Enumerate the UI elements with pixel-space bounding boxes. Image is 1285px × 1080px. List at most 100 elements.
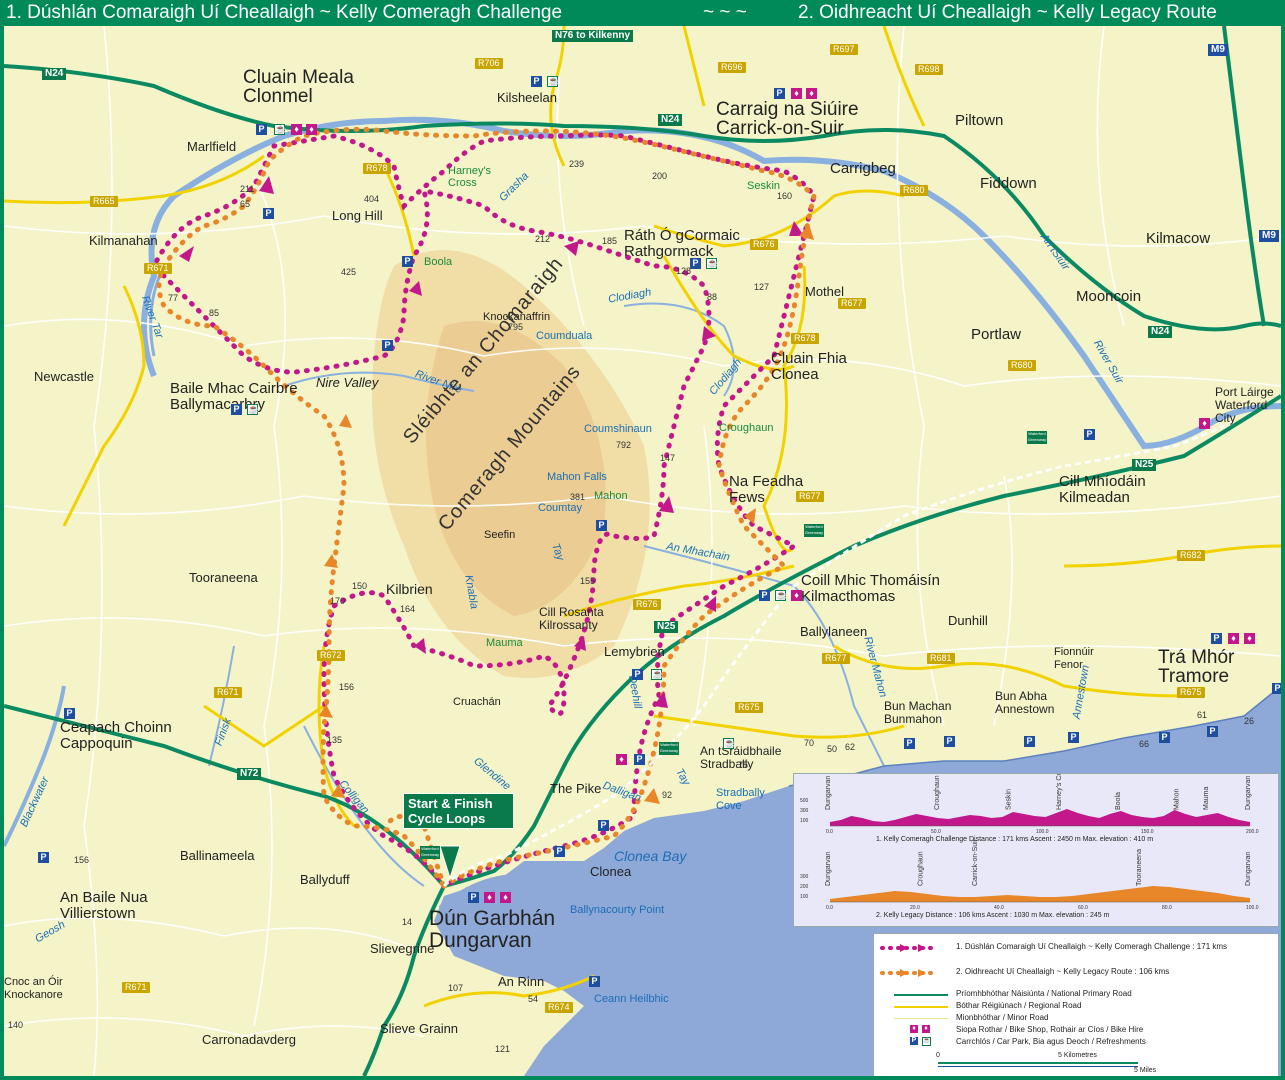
parking-icon[interactable]: P [263, 208, 274, 219]
spot-height: 185 [602, 236, 618, 246]
map-canvas[interactable]: N76 to Kilkenny N24 N24 N24 N25 N25 N72 … [4, 26, 1281, 1076]
spot-height: 77 [168, 293, 179, 303]
parking-icon[interactable]: P [231, 404, 242, 415]
parking-icon[interactable]: P [596, 520, 607, 531]
profile-caption: 1. Kelly Comeragh Challenge Distance : 1… [876, 836, 1153, 843]
place-mahon-falls: Mahon Falls [547, 471, 607, 483]
bike-shop-icon[interactable]: ♦ [616, 754, 627, 765]
bike-shop-icon[interactable]: ♦ [484, 892, 495, 903]
parking-icon[interactable]: P [1024, 736, 1035, 747]
parking-icon[interactable]: P [402, 256, 413, 267]
parking-icon[interactable]: P [1084, 429, 1095, 440]
town-rathgormack: Ráth Ó gCormaic Rathgormack [624, 227, 740, 260]
cafe-icon[interactable]: ☕ [723, 738, 735, 749]
bike-shop-icon[interactable]: ♦ [791, 590, 802, 601]
bike-shop-icon: ♦ [910, 1025, 918, 1033]
bike-shop-icon[interactable]: ♦ [1199, 418, 1210, 429]
parking-icon[interactable]: P [38, 852, 49, 863]
cafe-icon[interactable]: ☕ [247, 404, 259, 415]
parking-icon[interactable]: P [589, 976, 600, 987]
parking-icon[interactable]: P [1068, 732, 1079, 743]
spot-height: 150 [352, 581, 368, 591]
profile-label: Tooraneena [1136, 849, 1143, 886]
spot-height: 135 [327, 735, 343, 745]
place-long-hill: Long Hill [332, 208, 383, 223]
shield-n24-west: N24 [42, 68, 67, 80]
bike-shop-icon[interactable]: ♦ [791, 88, 802, 99]
peak-seefin: Seefin [484, 529, 516, 541]
shield-r680-e: R680 [1008, 360, 1036, 371]
profile-y-tick: 300 [800, 808, 809, 814]
parking-icon[interactable]: P [634, 754, 645, 765]
bike-hire-icon[interactable]: ♦ [500, 892, 511, 903]
spot-height: 75 [738, 760, 749, 770]
peak-cruachan: Cruachán [453, 696, 501, 708]
parking-icon[interactable]: P [1159, 732, 1170, 743]
shield-n24-east: N24 [1148, 326, 1173, 338]
bike-shop-icon[interactable]: ♦ [1228, 633, 1239, 644]
bike-shop-icon[interactable]: ♦ [291, 124, 302, 135]
start-marker-pointer [439, 845, 461, 880]
spot-height: 164 [400, 604, 416, 614]
parking-icon[interactable]: P [64, 708, 75, 719]
parking-icon[interactable]: P [1211, 633, 1222, 644]
spot-height: 155 [580, 576, 596, 586]
town-annestown: Bun Abha Annestown [995, 689, 1055, 716]
place-portlaw: Portlaw [971, 326, 1022, 343]
parking-icon[interactable]: P [468, 892, 479, 903]
greenway-badge: Waterford Greenway [804, 524, 824, 537]
cafe-icon[interactable]: ☕ [651, 669, 663, 680]
town-clonea-upper: Cluain Fhia Clonea [771, 350, 847, 383]
shield-r671-nw: R671 [144, 263, 172, 274]
parking-icon[interactable]: P [554, 846, 565, 857]
place-helvick: Ceann Heilbhic [594, 993, 669, 1005]
cafe-icon[interactable]: ☕ [547, 76, 559, 87]
title-bar: 1. Dúshlán Comaraigh Uí Cheallaigh ~ Kel… [0, 0, 1285, 26]
place-boola: Boola [424, 256, 453, 268]
parking-icon[interactable]: P [382, 340, 393, 351]
parking-icon[interactable]: P [256, 124, 267, 135]
town-waterford: Port Láirge Waterford City [1215, 385, 1274, 425]
bike-hire-icon[interactable]: ♦ [306, 124, 317, 135]
bike-hire-icon[interactable]: ♦ [1244, 633, 1255, 644]
profile-label: Dungarvan [825, 852, 832, 886]
place-tooraneena: Tooraneena [189, 570, 258, 585]
profile-group: Dungarvan Croughaun Carrick-on-Suir Toorane… [800, 838, 1259, 919]
profile-x-tick: 0.0 [826, 829, 833, 835]
start-finish-box[interactable]: Start & Finish Cycle Loops [403, 793, 514, 829]
greenway-badge: Waterford Greenway [1027, 431, 1047, 444]
profile-x-tick: 200.0 [1246, 829, 1259, 835]
cafe-icon[interactable]: ☕ [274, 124, 286, 135]
profile-group: Dungarvan Croughaun Seskin Harney's Cross Bo… [800, 774, 1259, 843]
profile-y-tick: 100 [800, 818, 809, 824]
shield-n25-east: N25 [1132, 459, 1157, 471]
spot-height: 14 [402, 917, 413, 927]
profile-x-tick: 100.0 [1246, 905, 1259, 911]
parking-icon[interactable]: P [759, 590, 770, 601]
shield-n25-mid: N25 [654, 621, 679, 633]
town-kilrossanty: Cill Rosanta Kilrossanty [539, 605, 604, 632]
parking-icon[interactable]: P [632, 669, 643, 680]
elevation-panel: Dungarvan Croughaun Seskin Harney's Cross Bo… [793, 773, 1279, 927]
profile-x-tick: 60.0 [1078, 905, 1088, 911]
bike-hire-icon[interactable]: ♦ [806, 88, 817, 99]
parking-icon[interactable]: P [690, 258, 701, 269]
shield-r671-sw: R671 [122, 982, 150, 993]
parking-icon[interactable]: P [598, 820, 609, 831]
place-lemybrien: Lemybrien [604, 644, 665, 659]
parking-icon[interactable]: P [904, 738, 915, 749]
profile-label: Croughaun [917, 851, 924, 886]
cafe-icon[interactable]: ☕ [775, 590, 787, 601]
cafe-icon: ☕ [922, 1037, 931, 1046]
cafe-icon[interactable]: ☕ [706, 258, 718, 269]
shield-r672: R672 [317, 650, 345, 661]
parking-icon[interactable]: P [944, 736, 955, 747]
spot-height: 65 [240, 199, 251, 209]
parking-icon[interactable]: P [1272, 683, 1281, 694]
profile-label: Mauma [1203, 787, 1210, 810]
shield-r696: R696 [718, 62, 746, 73]
parking-icon[interactable]: P [774, 88, 785, 99]
parking-icon[interactable]: P [1207, 726, 1218, 737]
scale-mi-bar [938, 1066, 1138, 1067]
parking-icon[interactable]: P [531, 76, 542, 87]
